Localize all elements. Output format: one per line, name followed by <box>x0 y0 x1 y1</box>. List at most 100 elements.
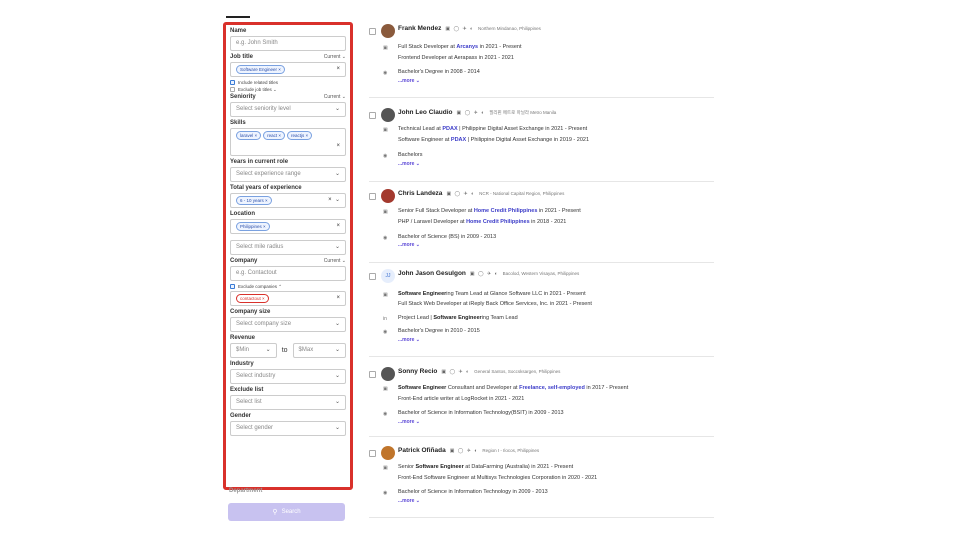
social-icons[interactable]: ▣ ◯ ✈ ◐ <box>441 369 470 375</box>
revenue-to-label: to <box>281 347 288 354</box>
include-related-checkbox[interactable]: Include related titles <box>230 79 346 86</box>
job-title-chip[interactable]: Software Engineer × <box>236 65 285 74</box>
profile-name-link[interactable]: Sonny Recio <box>398 368 437 375</box>
briefcase-icon: ▣ <box>383 386 388 392</box>
avatar <box>381 189 395 203</box>
social-icons[interactable]: ▣ ◯ ✈ ◐ <box>450 448 479 454</box>
revenue-min-select[interactable]: $Min ⌄ <box>230 343 277 358</box>
company-link[interactable]: Home Credit Philippines <box>466 219 530 225</box>
excluded-companies-input[interactable]: contactout × × <box>230 291 346 306</box>
more-link[interactable]: ...more ⌄ <box>398 419 420 425</box>
checkbox-checked-icon <box>230 80 235 85</box>
search-icon: ⚲ <box>272 509 278 516</box>
profile-name-link[interactable]: John Leo Claudio <box>398 109 453 116</box>
chevron-down-icon: ⌄ <box>334 321 340 327</box>
clear-icon[interactable]: × <box>336 292 340 305</box>
mile-radius-select[interactable]: Select mile radius ⌄ <box>230 240 346 255</box>
experience-line: Senior Software Engineer at DataFarming … <box>398 464 574 470</box>
location-text: Bacolod, Western Visayas, Philippines <box>502 271 580 276</box>
education-icon: ◉ <box>383 70 388 76</box>
industry-label: Industry <box>230 361 254 367</box>
profile-name-link[interactable]: Frank Mendez <box>398 25 441 32</box>
checkbox-icon <box>230 87 235 92</box>
excluded-company-chip[interactable]: contactout × <box>236 294 269 303</box>
chevron-down-icon: ⌄ <box>334 373 340 379</box>
location-text: Region I - Ilocos, Philippines <box>482 448 540 453</box>
briefcase-icon: ▣ <box>383 45 388 51</box>
years-role-label: Years in current role <box>230 159 289 165</box>
total-experience-select[interactable]: 6 - 10 years × × ⌄ <box>230 193 346 208</box>
years-role-select[interactable]: Select experience range ⌄ <box>230 167 346 182</box>
company-link[interactable]: PDAX <box>451 137 466 143</box>
location-text: Northern Mindanao, Philippines <box>478 26 541 31</box>
skill-chip[interactable]: laravel × <box>236 131 262 140</box>
select-checkbox[interactable] <box>369 28 376 35</box>
location-input[interactable]: Philippines × × <box>230 219 346 234</box>
education-icon: ◉ <box>383 411 388 417</box>
job-title-input[interactable]: Software Engineer × × <box>230 62 346 77</box>
company-link[interactable]: PDAX <box>442 126 457 132</box>
profile-name-link[interactable]: Patrick Ofiñada <box>398 447 446 454</box>
social-icons[interactable]: ▣ ◯ ✈ ◐ <box>457 110 486 116</box>
skill-chip[interactable]: react × <box>263 131 286 140</box>
clear-icon[interactable]: × <box>328 197 332 203</box>
location-label: Location <box>230 211 255 217</box>
more-link[interactable]: ...more ⌄ <box>398 337 420 343</box>
revenue-max-select[interactable]: $Max ⌄ <box>292 343 346 358</box>
avatar: JJ <box>381 269 395 283</box>
gender-select[interactable]: Select gender ⌄ <box>230 421 346 436</box>
department-label: Department <box>229 488 263 494</box>
more-link[interactable]: ...more ⌄ <box>398 498 420 504</box>
select-checkbox[interactable] <box>369 273 376 280</box>
more-link[interactable]: ...more ⌄ <box>398 242 420 248</box>
company-mode-select[interactable]: Current ⌄ <box>324 257 346 265</box>
more-link[interactable]: ...more ⌄ <box>398 161 420 167</box>
select-checkbox[interactable] <box>369 450 376 457</box>
seniority-select[interactable]: Select seniority level ⌄ <box>230 102 346 117</box>
company-link[interactable]: Freelance, self-employed <box>519 385 585 391</box>
company-input[interactable]: e.g. Contactout <box>230 266 346 281</box>
experience-chip[interactable]: 6 - 10 years × <box>236 196 272 205</box>
exclude-companies-checkbox[interactable]: Exclude companies ⌃ <box>230 283 346 290</box>
avatar <box>381 108 395 122</box>
skill-chip[interactable]: reactjs × <box>287 131 313 140</box>
social-icons[interactable]: ▣ ◯ ✈ ◐ <box>446 191 475 197</box>
company-size-select[interactable]: Select company size ⌄ <box>230 317 346 332</box>
experience-line: Frontend Developer at Aerapass in 2021 -… <box>398 55 514 61</box>
experience-line: PHP / Laravel Developer at Home Credit P… <box>398 219 567 225</box>
select-checkbox[interactable] <box>369 193 376 200</box>
exclude-job-titles-toggle[interactable]: Exclude job titles ⌄ <box>230 86 346 93</box>
exclude-list-select[interactable]: Select list ⌄ <box>230 395 346 410</box>
social-icons[interactable]: ▣ ◯ ✈ ◐ <box>470 271 499 277</box>
filter-panel: Name e.g. John Smith Job title Current ⌄ … <box>223 22 353 490</box>
exclude-list-label: Exclude list <box>230 387 264 393</box>
education-line: Bachelor of Science in Information Techn… <box>398 489 548 495</box>
result-card: John Leo Claudio ▣ ◯ ✈ ◐ 필리핀 메트로 마닐라 Metro… <box>369 106 714 182</box>
social-icons[interactable]: ▣ ◯ ✈ ◐ <box>445 26 474 32</box>
search-button[interactable]: ⚲ Search <box>228 503 345 521</box>
location-text: 필리핀 메트로 마닐라 Metro Manila <box>489 109 557 115</box>
industry-select[interactable]: Select industry ⌄ <box>230 369 346 384</box>
clear-icon[interactable]: × <box>336 63 340 76</box>
clear-icon[interactable]: × <box>336 220 340 233</box>
profile-name-link[interactable]: Chris Landeza <box>398 190 442 197</box>
clear-icon[interactable]: × <box>336 140 340 153</box>
experience-line: Full Stack Web Developer at iReply Back … <box>398 301 592 307</box>
location-chip[interactable]: Philippines × <box>236 222 270 231</box>
skills-input[interactable]: laravel × react × reactjs × × <box>230 128 346 156</box>
experience-line: Software Engineer at PDAX | Philippine D… <box>398 137 590 143</box>
chevron-down-icon: ⌄ <box>334 171 340 177</box>
name-input[interactable]: e.g. John Smith <box>230 36 346 51</box>
company-link[interactable]: Home Credit Philippines <box>474 208 538 214</box>
seniority-mode-select[interactable]: Current ⌄ <box>324 93 346 101</box>
more-link[interactable]: ...more ⌄ <box>398 78 420 84</box>
job-title-mode-select[interactable]: Current ⌄ <box>324 53 346 61</box>
profile-name-link[interactable]: John Jason Gesulgon <box>398 270 466 277</box>
select-checkbox[interactable] <box>369 112 376 119</box>
select-checkbox[interactable] <box>369 371 376 378</box>
briefcase-icon: ▣ <box>383 465 388 471</box>
active-tab-indicator <box>226 16 250 18</box>
briefcase-icon: ▣ <box>383 292 388 298</box>
company-link[interactable]: Arcanys <box>456 44 478 50</box>
result-card: Chris Landeza ▣ ◯ ✈ ◐ NCR - National Capit… <box>369 187 714 263</box>
